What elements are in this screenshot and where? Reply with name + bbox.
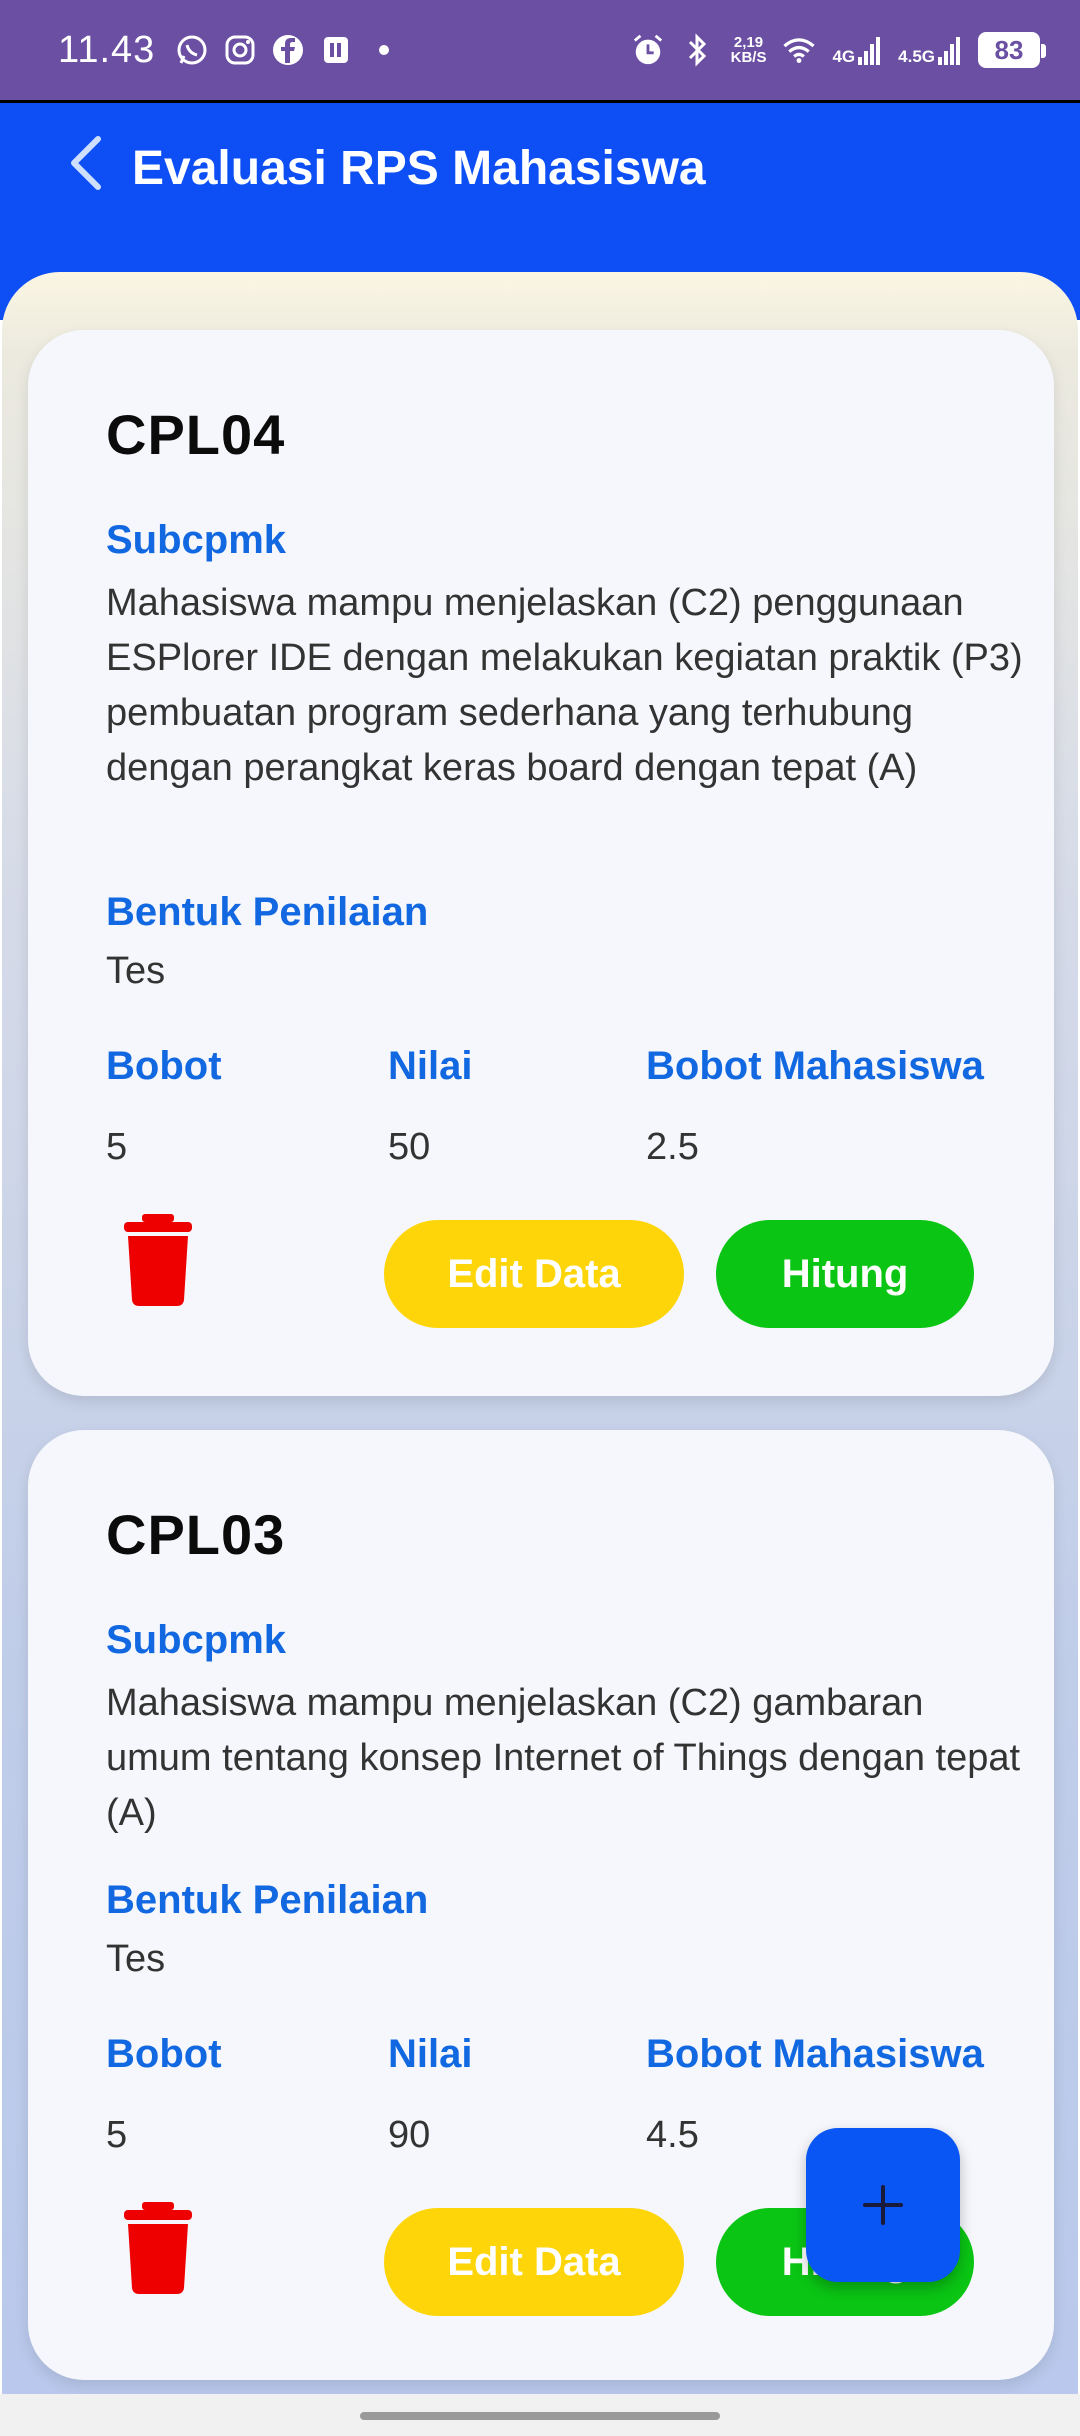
page-title: Evaluasi RPS Mahasiswa <box>132 142 706 195</box>
card-title: CPL03 <box>106 1503 286 1566</box>
add-button[interactable] <box>806 2128 960 2282</box>
card-title: CPL04 <box>106 403 286 466</box>
bobot-mahasiswa-label: Bobot Mahasiswa <box>646 2032 984 2076</box>
evaluation-card: CPL04 Subcpmk Mahasiswa mampu menjelaska… <box>28 330 1054 1396</box>
bentuk-penilaian-label: Bentuk Penilaian <box>106 890 429 934</box>
subcpmk-label: Subcpmk <box>106 518 287 562</box>
alarm-icon <box>631 33 665 67</box>
nilai-label: Nilai <box>388 1044 473 1088</box>
instagram-icon <box>223 33 257 67</box>
speed-unit: KB/S <box>730 49 767 66</box>
battery-level: 83 <box>994 34 1024 65</box>
nfc-icon <box>319 33 353 67</box>
battery-icon: 83 <box>978 32 1046 68</box>
nilai-value: 90 <box>388 2114 431 2156</box>
subcpmk-text: Mahasiswa mampu menjelaskan (C2) gambara… <box>106 1682 1021 1834</box>
bobot-label: Bobot <box>106 2032 222 2076</box>
bentuk-penilaian-label: Bentuk Penilaian <box>106 1878 429 1922</box>
network-speed: 2,19 KB/S <box>731 35 767 65</box>
delete-button[interactable] <box>124 2202 192 2294</box>
status-left: 11.43 <box>58 29 401 72</box>
whatsapp-icon <box>175 33 209 67</box>
facebook-icon <box>271 33 305 67</box>
signal-icon-1: 4G <box>832 35 882 65</box>
dot-icon <box>367 33 401 67</box>
status-right: 2,19 KB/S 4G 4.5G 83 <box>631 32 1046 68</box>
subcpmk-label: Subcpmk <box>106 1618 287 1662</box>
back-button[interactable] <box>56 133 116 193</box>
chevron-left-icon <box>71 136 101 190</box>
bluetooth-icon <box>681 33 715 67</box>
network-type-2: 4.5G <box>898 47 935 66</box>
plus-icon <box>863 2185 903 2225</box>
nilai-value: 50 <box>388 1126 431 1168</box>
bobot-mahasiswa-label: Bobot Mahasiswa <box>646 1044 984 1088</box>
bobot-value: 5 <box>106 2114 128 2156</box>
subcpmk-text: Mahasiswa mampu menjelaskan (C2) penggun… <box>106 582 1023 789</box>
bobot-label: Bobot <box>106 1044 222 1088</box>
delete-button[interactable] <box>124 1214 192 1306</box>
edit-data-button[interactable]: Edit Data <box>384 1220 684 1328</box>
nilai-label: Nilai <box>388 2032 473 2076</box>
trash-icon <box>124 2202 192 2294</box>
home-gesture-handle[interactable] <box>360 2412 720 2420</box>
bobot-mahasiswa-value: 4.5 <box>646 2114 699 2156</box>
network-type-1: 4G <box>832 47 856 66</box>
content-list[interactable]: CPL04 Subcpmk Mahasiswa mampu menjelaska… <box>2 272 1078 2402</box>
edit-data-button[interactable]: Edit Data <box>384 2208 684 2316</box>
navigation-bar <box>0 2394 1080 2436</box>
signal-icon-2: 4.5G <box>898 35 962 65</box>
bobot-value: 5 <box>106 1126 128 1168</box>
status-bar: 11.43 2,19 KB/S 4G 4.5G 83 <box>0 0 1080 100</box>
bentuk-penilaian-value: Tes <box>106 950 166 992</box>
trash-icon <box>124 1214 192 1306</box>
status-time: 11.43 <box>58 28 156 71</box>
bentuk-penilaian-value: Tes <box>106 1938 166 1980</box>
bobot-mahasiswa-value: 2.5 <box>646 1126 699 1168</box>
speed-value: 2,19 <box>733 34 764 51</box>
wifi-icon <box>782 33 816 67</box>
hitung-button[interactable]: Hitung <box>716 1220 974 1328</box>
